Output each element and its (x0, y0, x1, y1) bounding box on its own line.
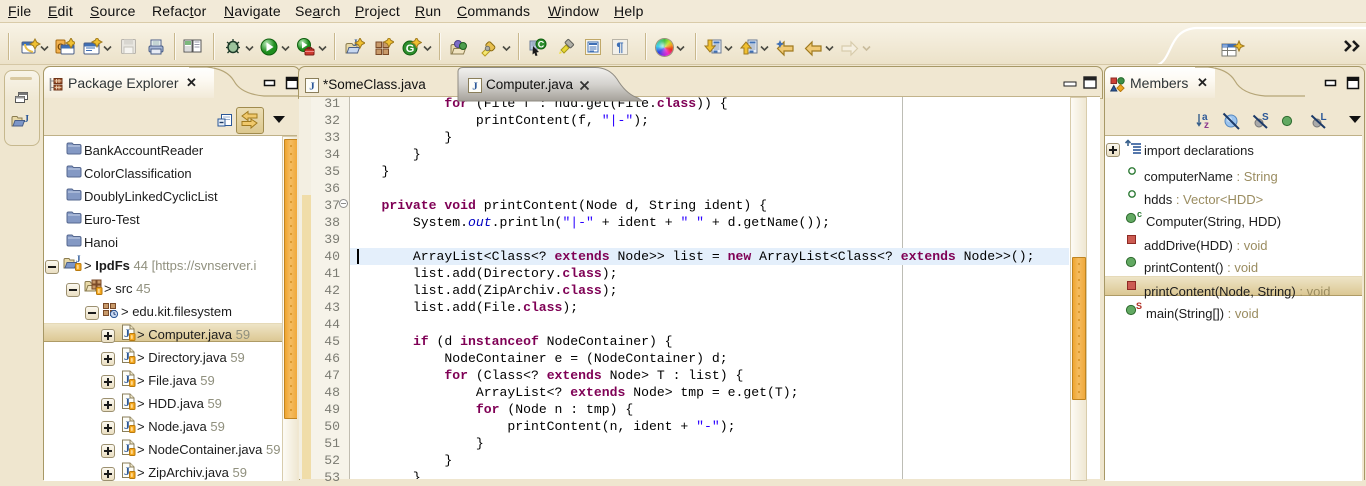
svg-text:J: J (24, 114, 29, 125)
svg-text:C: C (538, 40, 545, 50)
svg-text:J: J (309, 81, 315, 93)
svg-text:J: J (76, 255, 81, 264)
svg-text:L: L (1321, 112, 1327, 123)
svg-text:S: S (1262, 112, 1269, 123)
svg-text:J: J (472, 81, 478, 93)
svg-text:S: S (1136, 301, 1142, 311)
svg-text:z: z (1204, 120, 1209, 130)
svg-text:G: G (406, 43, 415, 55)
svg-text:c: c (1137, 209, 1142, 219)
svg-text:¶: ¶ (616, 40, 623, 55)
